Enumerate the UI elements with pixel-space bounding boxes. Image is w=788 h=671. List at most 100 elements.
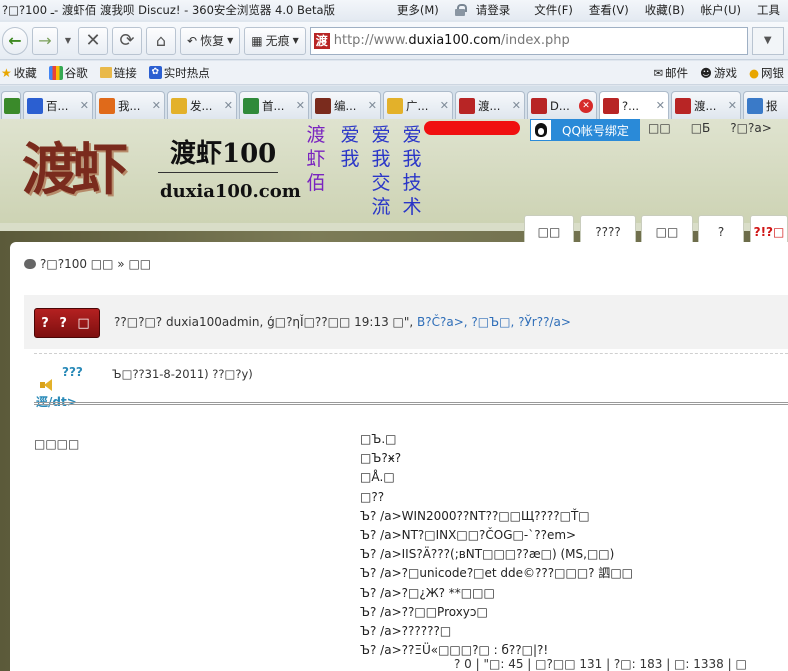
browser-tab[interactable]: ?... ✕ [599,91,669,119]
home-icon: ⌂ [155,31,167,50]
google-icon [48,65,63,80]
slogan-column: 爱我技术 [402,124,422,218]
restore-label: 恢复 [200,34,225,48]
baidu-paw-icon [27,97,43,114]
post-meta: ??□?□? duxia100admin, ǵ□?ηǏ□??□□ 19:13 □… [114,315,571,329]
forward-button[interactable]: → [32,26,58,55]
browser-tab[interactable]: 首... ✕ [239,91,309,119]
url-domain: duxia100.com [408,33,501,48]
post-line[interactable]: Ъ? /a>NT?□INX□□?ČOG□-`??em> [360,526,633,545]
ie-icon [243,97,259,114]
browser-tab[interactable]: 百... ✕ [23,91,93,119]
login-link[interactable]: 请登录 [447,2,527,18]
browser-tab[interactable]: 编... ✕ [311,91,381,119]
left-label: □□□□ [34,437,80,451]
restore-button[interactable]: ↶ 恢复 ▼ [180,26,241,55]
browser-tab[interactable]: 广... ✕ [383,91,453,119]
menu-more[interactable]: 更多(M) [389,2,447,18]
menu-tools[interactable]: 工具 [749,2,788,18]
info-row-value: Ъ□??31-8-2011) ??□?y) [112,367,253,381]
menu-favorites[interactable]: 收藏(B) [637,2,693,18]
tab-close-icon[interactable]: ✕ [80,99,89,112]
favorites-label: 实时热点 [163,65,210,80]
window-title: ?□?100 ـ- 渡虾佰 渡我呗 Discuz! - 360安全浏览器 4.0… [2,3,336,17]
tab-close-icon[interactable]: ✕ [512,99,521,112]
back-arrow-icon: ← [8,31,22,50]
qq-penguin-icon [530,119,552,141]
tab-close-icon[interactable]: ✕ [656,99,665,112]
traceless-icon: ▦ [251,33,263,48]
post-meta-text: ??□?□? duxia100admin, ǵ□?ηǏ□??□□ 19:13 □… [114,315,418,329]
bank-label: 网银 [761,65,784,80]
du-icon [603,97,619,114]
info-row-label: ??? [62,365,83,379]
tab-label: D... [550,98,570,113]
site-logo[interactable]: 渡虾 [22,125,128,206]
post-line[interactable]: Ъ? /a>WIN2000??NT??□□Щ????□Ť□ [360,507,633,526]
tab-label: 编... [334,98,357,113]
post-line[interactable]: Ъ? /a>?□unicode?□et dde©???□□□? 訵□□ [360,564,633,583]
browser-tab[interactable]: D... ✕ [527,91,597,119]
redaction-mark [424,121,520,135]
favorites-item[interactable]: ✿ 实时热点 [148,65,210,81]
qq-bind-button[interactable]: QQ帐号绑定 [530,119,640,141]
reply-button[interactable]: ? ? □ [34,308,100,338]
tab-close-icon[interactable]: ✕ [296,99,305,112]
chevron-down-icon: ▼ [292,36,299,45]
browser-tab[interactable]: 报 [743,91,788,119]
browser-tab[interactable]: 渡... ✕ [455,91,525,119]
post-line[interactable]: Ъ? /a>??□□Proxyɔ□ [360,603,633,622]
tab-label: 报 [766,98,778,113]
favorites-item[interactable]: 链接 [99,65,137,81]
tab-label: 百... [46,98,69,113]
post-meta-links[interactable]: В?Č?a>, ?□Ъ□, ?Ўr??/a> [417,315,571,329]
favorites-item[interactable]: 谷歌 [48,65,88,81]
tab-label: 我... [118,98,141,113]
address-bar[interactable]: 渡 http://www.duxia100.com/index.php [309,26,748,55]
games-button[interactable]: ☻ 游戏 [700,65,737,81]
browser-tab[interactable] [1,91,21,119]
favorites-item[interactable]: ★ 收藏 [1,65,37,81]
url-prefix: http://www. [333,33,409,48]
browser-tab[interactable]: 我... ✕ [95,91,165,119]
traceless-button[interactable]: ▦ 无痕 ▼ [244,26,306,55]
tab-close-icon[interactable]: ✕ [440,99,449,112]
user-link[interactable]: □□ [648,121,671,135]
post-line[interactable]: Ъ? /a>??????□ [360,622,633,641]
tab-label: 广... [406,98,429,113]
bank-button[interactable]: ● 网银 [749,65,784,81]
menu-file[interactable]: 文件(F) [526,2,581,18]
page-icon [4,97,20,114]
post-line: □?? [360,489,385,504]
address-url: http://www.duxia100.com/index.php [334,33,570,48]
back-button[interactable]: ← [2,26,28,55]
post-line[interactable]: Ъ? /a>IIS?Ä???(;вNT□□□??ӕ□) (MS,□□) [360,545,633,564]
tab-close-icon[interactable]: ✕ [224,99,233,112]
mail-button[interactable]: ✉ 邮件 [653,65,688,81]
tab-close-icon[interactable]: ✕ [579,98,593,113]
address-dropdown[interactable]: ▼ [751,26,784,55]
menu-view[interactable]: 查看(V) [581,2,637,18]
post-line[interactable]: Ъ? /a>?□¿Ж? **□□□ [360,584,633,603]
browser-tab[interactable]: 发... ✕ [167,91,237,119]
tab-strip: 百... ✕ 我... ✕ 发... ✕ 首... ✕ 编... ✕ 广... ✕ 渡... ✕ D... ✕… [0,86,788,119]
star-icon: ★ [1,65,12,80]
refresh-icon: ⟳ [119,30,135,51]
tab-close-icon[interactable]: ✕ [368,99,377,112]
tab-close-icon[interactable]: ✕ [728,99,737,112]
refresh-button[interactable]: ⟳ [112,26,142,55]
favorites-bar: ★ 收藏 谷歌 链接 ✿ 实时热点 ✉ 邮件 ☻ 游戏 ● 网银 [0,61,788,85]
home-button[interactable]: ⌂ [146,26,176,55]
breadcrumb-text[interactable]: ?□?100 □□ » □□ [40,257,151,271]
envelope-icon: ✉ [653,65,663,80]
history-dropdown[interactable]: ▼ [62,27,74,55]
browser-tab[interactable]: 渡... ✕ [671,91,741,119]
user-link[interactable]: □Б [691,121,711,135]
window-titlebar: ?□?100 ـ- 渡虾佰 渡我呗 Discuz! - 360安全浏览器 4.0… [0,0,788,20]
tab-close-icon[interactable]: ✕ [152,99,161,112]
qq-bind-label: QQ帐号绑定 [562,123,629,138]
stop-button[interactable]: ✕ [78,26,108,55]
user-link[interactable]: ?□?a> [730,121,771,135]
menu-account[interactable]: 帐户(U) [693,2,749,18]
tab-label: 发... [190,98,213,113]
